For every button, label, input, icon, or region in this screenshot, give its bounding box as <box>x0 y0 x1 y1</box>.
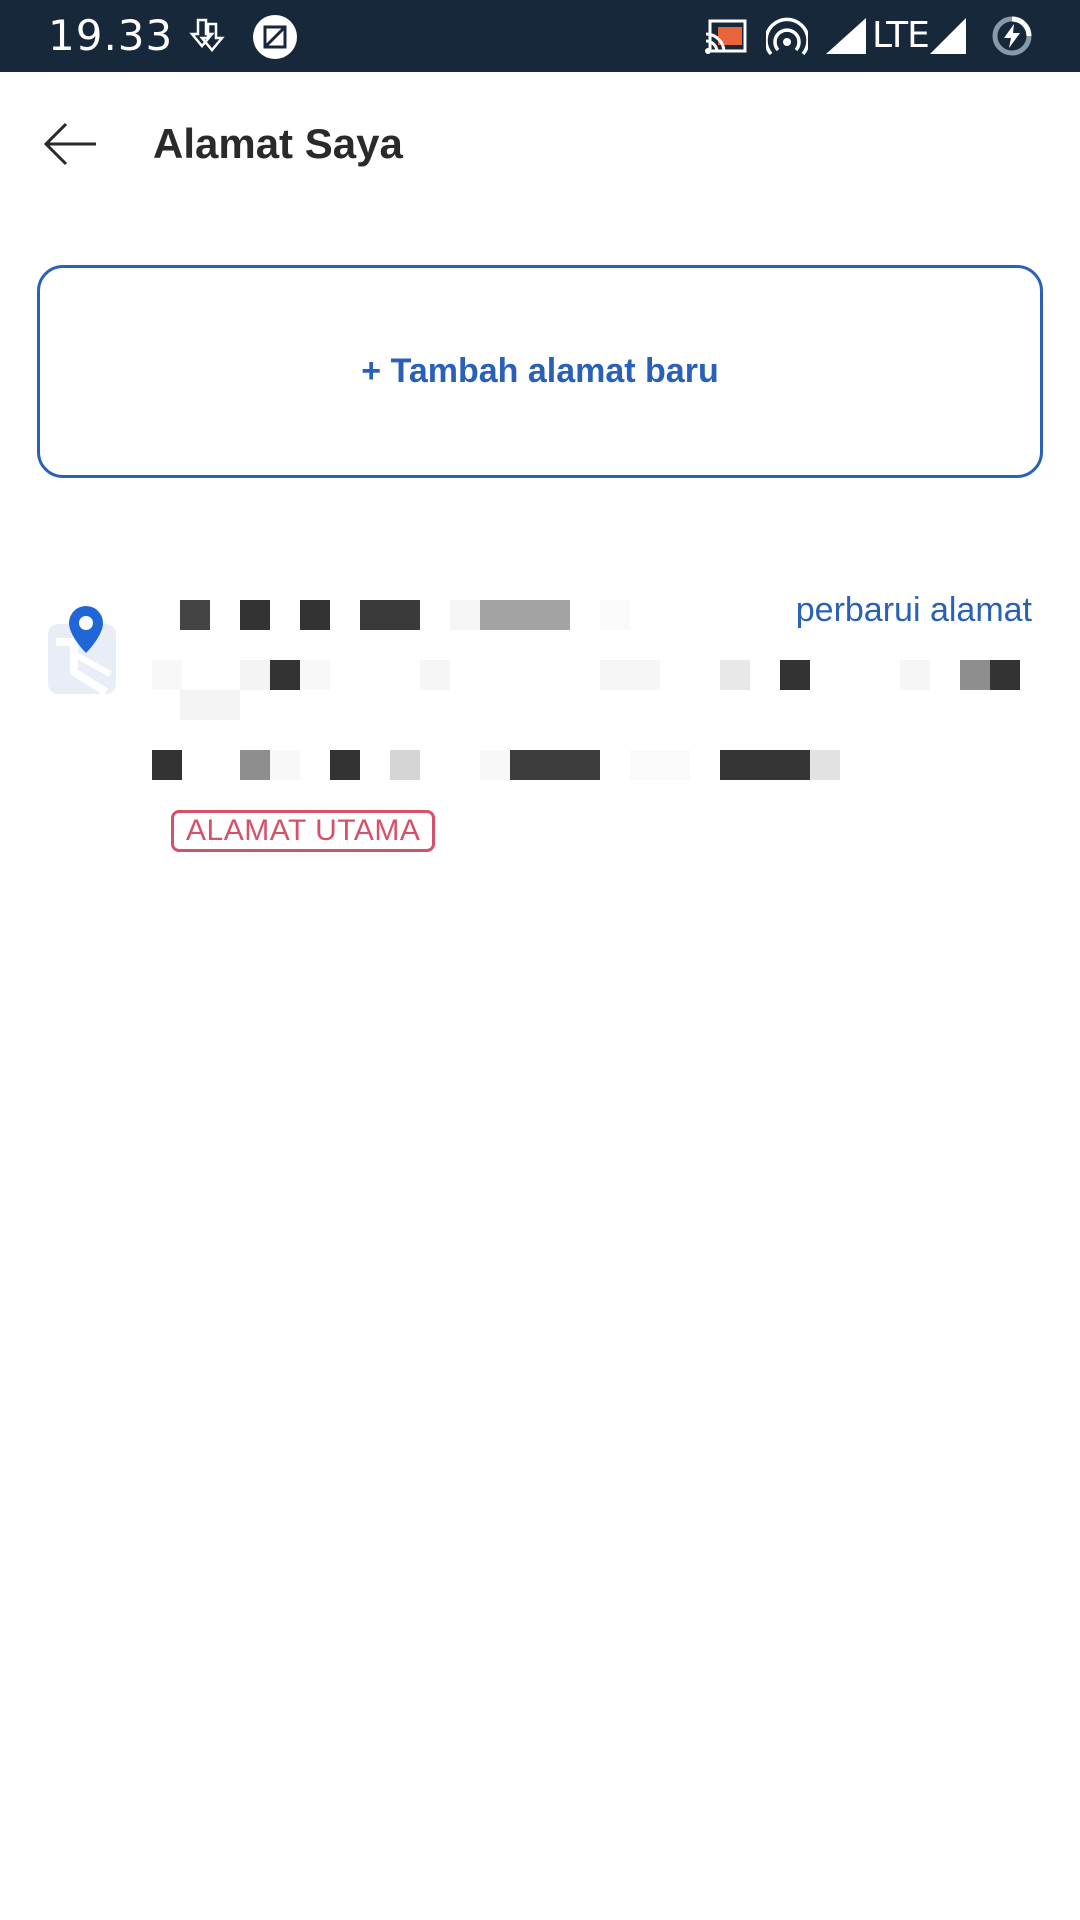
address-card[interactable]: perbarui alamat ALAMAT UTAMA <box>0 560 1080 860</box>
hotspot-icon <box>766 17 808 56</box>
status-bar: 19.33 LTE <box>0 0 1080 72</box>
add-address-button[interactable]: + Tambah alamat baru <box>37 265 1043 478</box>
signal-icon <box>826 18 866 54</box>
map-pin-icon <box>48 606 116 696</box>
download-icon <box>189 18 225 52</box>
screenshot-icon <box>253 15 297 59</box>
page-title: Alamat Saya <box>153 120 403 167</box>
network-type: LTE <box>872 15 930 56</box>
arrow-left-icon <box>43 122 96 166</box>
back-button[interactable] <box>28 106 112 182</box>
signal-icon <box>930 18 966 54</box>
status-time: 19.33 <box>48 11 174 60</box>
update-address-link[interactable]: perbarui alamat <box>796 590 1032 630</box>
add-address-label: + Tambah alamat baru <box>361 352 719 390</box>
battery-saver-icon <box>992 16 1032 56</box>
app-bar: Alamat Saya <box>0 72 1080 214</box>
primary-address-badge: ALAMAT UTAMA <box>171 810 436 852</box>
cast-icon <box>705 19 747 54</box>
